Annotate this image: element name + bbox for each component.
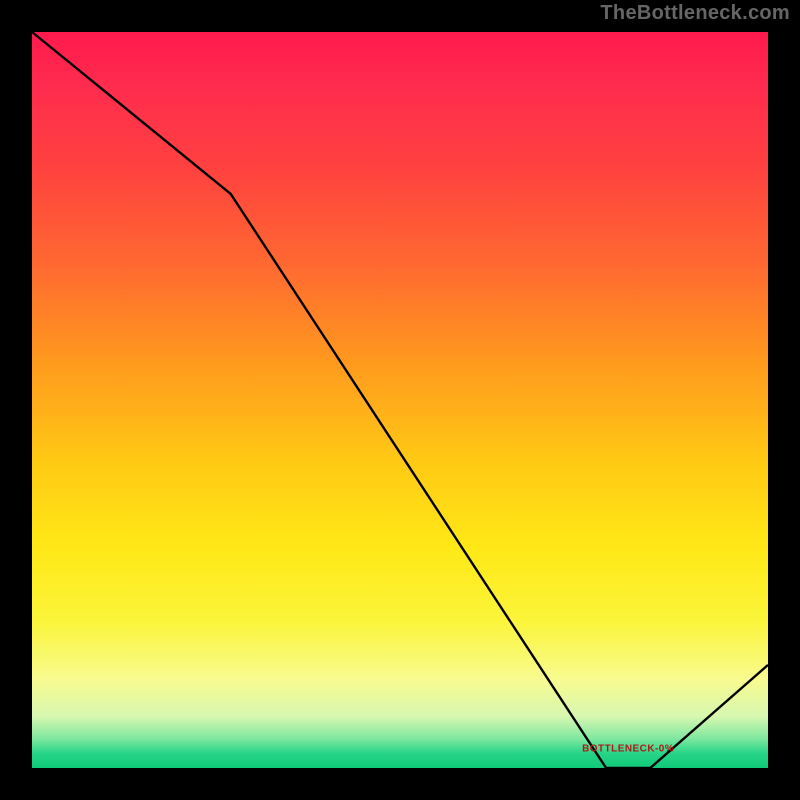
chart-frame: TheBottleneck.com BOTTLENECK-0%	[0, 0, 800, 800]
chart-plot-area: BOTTLENECK-0%	[30, 30, 770, 770]
watermark-text: TheBottleneck.com	[600, 2, 790, 25]
zero-bottleneck-label: BOTTLENECK-0%	[582, 743, 674, 754]
bottleneck-curve	[32, 32, 768, 768]
chart-svg: BOTTLENECK-0%	[32, 32, 768, 768]
